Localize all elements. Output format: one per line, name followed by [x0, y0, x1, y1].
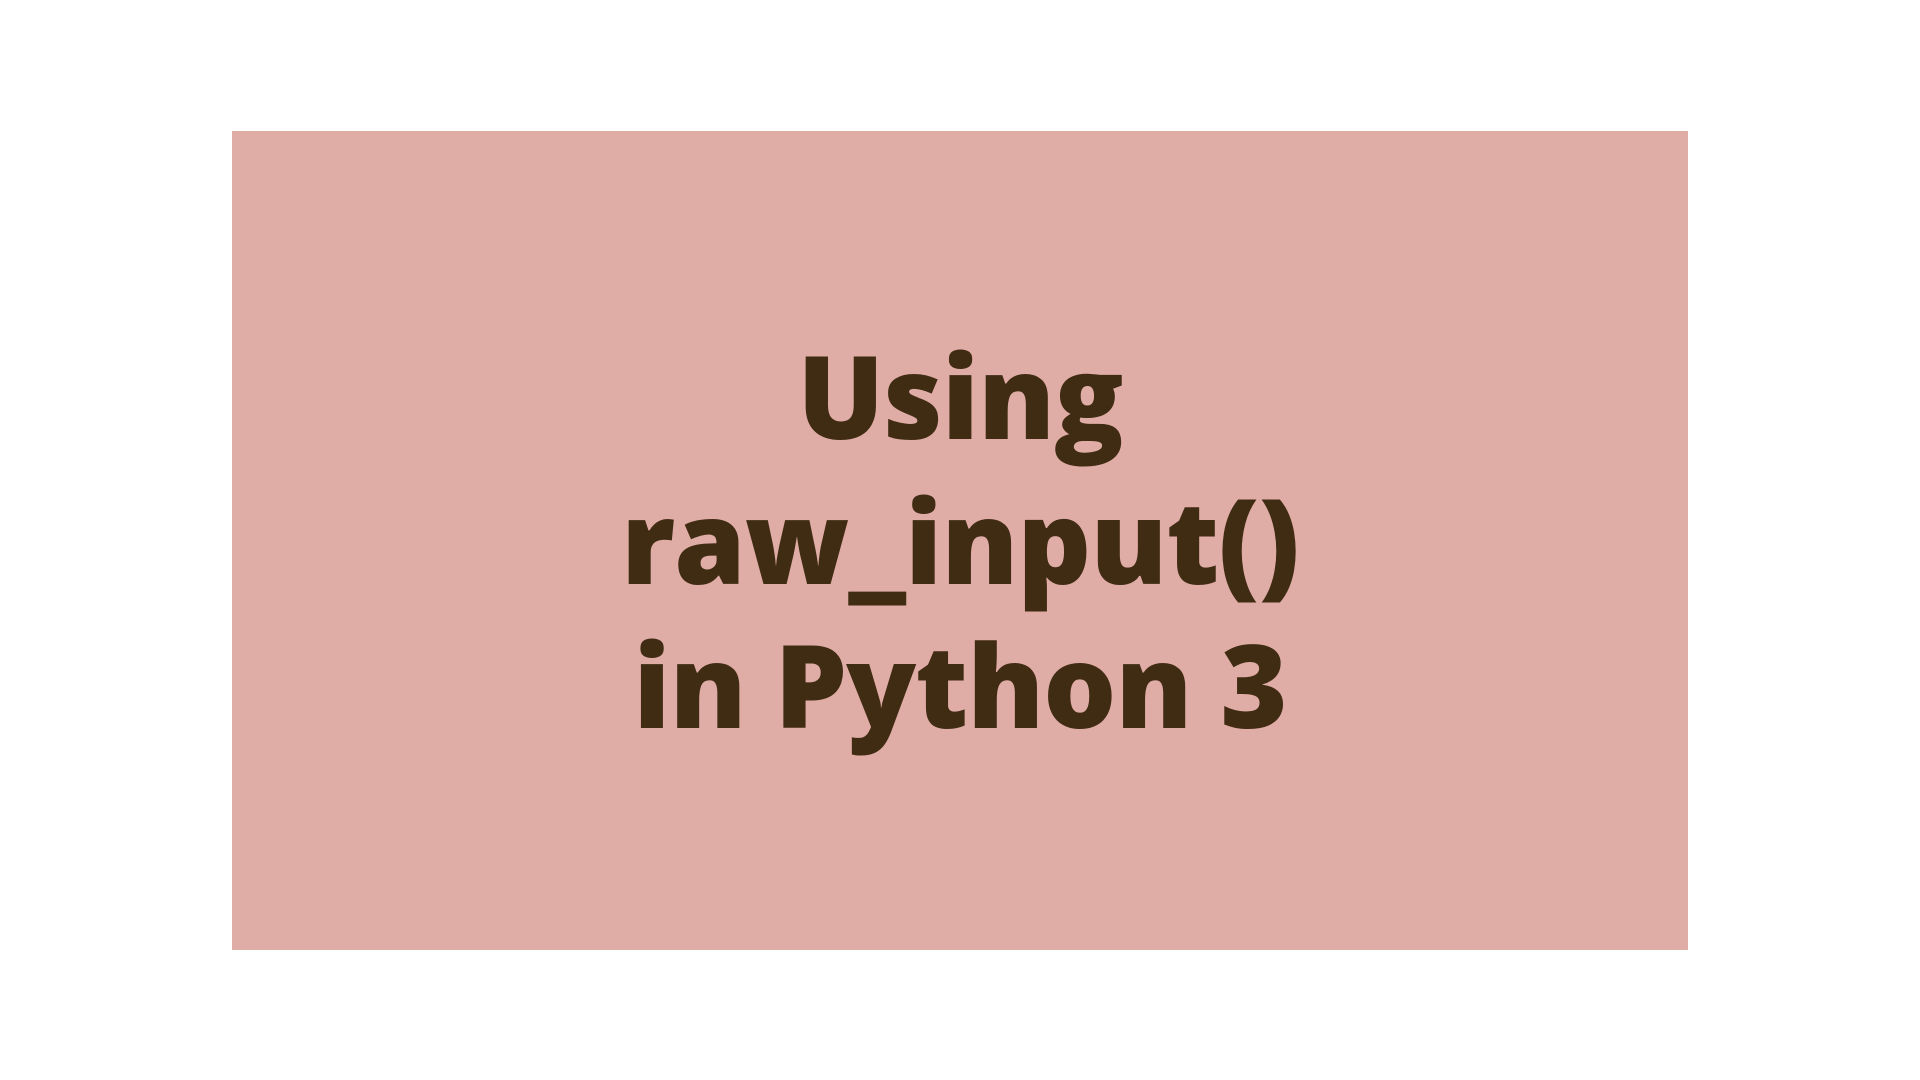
title-line-3: in Python 3: [621, 612, 1299, 757]
page-title: Using raw_input() in Python 3: [621, 323, 1299, 758]
title-line-1: Using: [621, 323, 1299, 468]
title-line-2: raw_input(): [621, 468, 1299, 613]
title-card: Using raw_input() in Python 3: [232, 131, 1688, 950]
